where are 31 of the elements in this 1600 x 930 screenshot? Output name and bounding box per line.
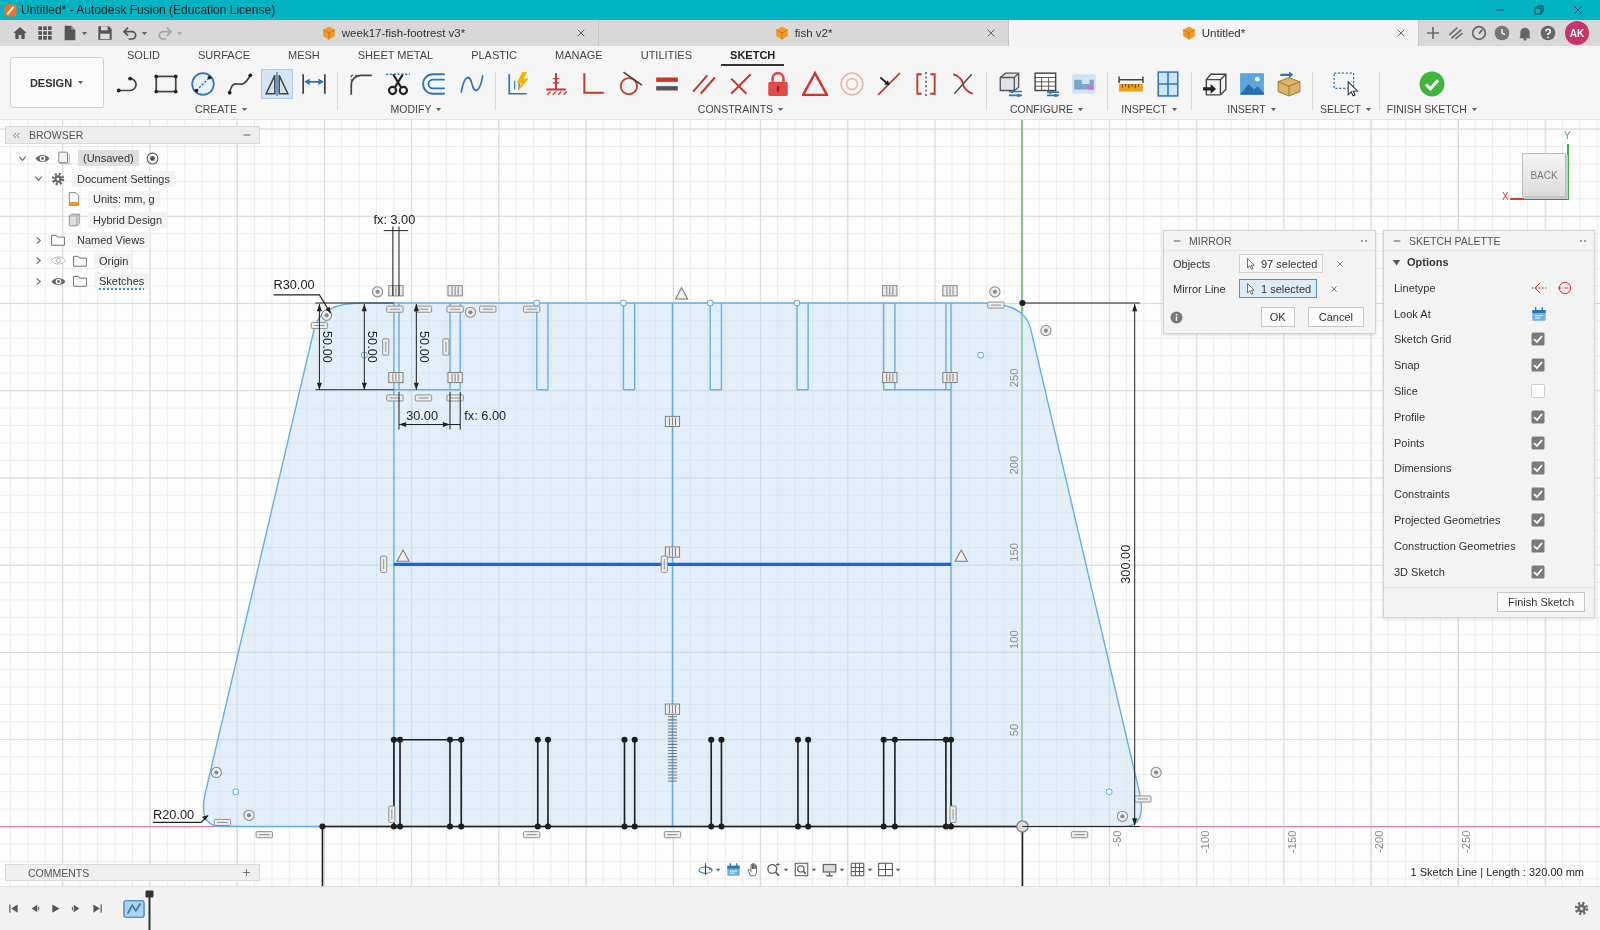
window-title: Untitled* - Autodesk Fusion (Education License) (21, 3, 276, 17)
panel-title: COMMENTS (28, 866, 90, 879)
tab-label: week17-fish-footrest v3* (341, 27, 466, 39)
option-label: Sketch Grid (1394, 333, 1453, 346)
panel-title: BROWSER (29, 129, 84, 141)
tab-label: fish v2* (794, 27, 833, 39)
option-label: Constraints (1394, 488, 1451, 501)
option-label: Snap (1394, 359, 1421, 372)
option-label: Projected Geometries (1394, 514, 1502, 527)
option-label: Profile (1394, 410, 1427, 423)
axis-label: -100 (1198, 830, 1211, 854)
option-label: 3D Sketch (1394, 565, 1446, 578)
dimension-label: fx: 3.00 (373, 212, 416, 228)
field-label: Mirror Line (1173, 282, 1227, 295)
axis-label: -150 (1285, 830, 1298, 854)
option-label: Linetype (1394, 281, 1437, 294)
field-label: Objects (1173, 257, 1212, 270)
option-label: Slice (1394, 385, 1419, 398)
axis-label: Y (1564, 130, 1571, 141)
axis-label: -250 (1460, 830, 1473, 854)
status-text: 1 Sketch Line | Length : 320.00 mm (1410, 866, 1584, 878)
axis-label: X (1502, 191, 1509, 202)
option-label: Construction Geometries (1394, 539, 1517, 552)
axis-label: -200 (1373, 830, 1386, 854)
option-label: Points (1394, 436, 1426, 449)
option-label: Dimensions (1394, 462, 1453, 475)
dimension-label: R20.00 (153, 807, 195, 823)
tab-label: Untitled* (1201, 27, 1246, 39)
option-label: Look At (1394, 307, 1432, 320)
dialog-title: MIRROR (1189, 234, 1232, 247)
panel-title: SKETCH PALETTE (1409, 234, 1501, 247)
